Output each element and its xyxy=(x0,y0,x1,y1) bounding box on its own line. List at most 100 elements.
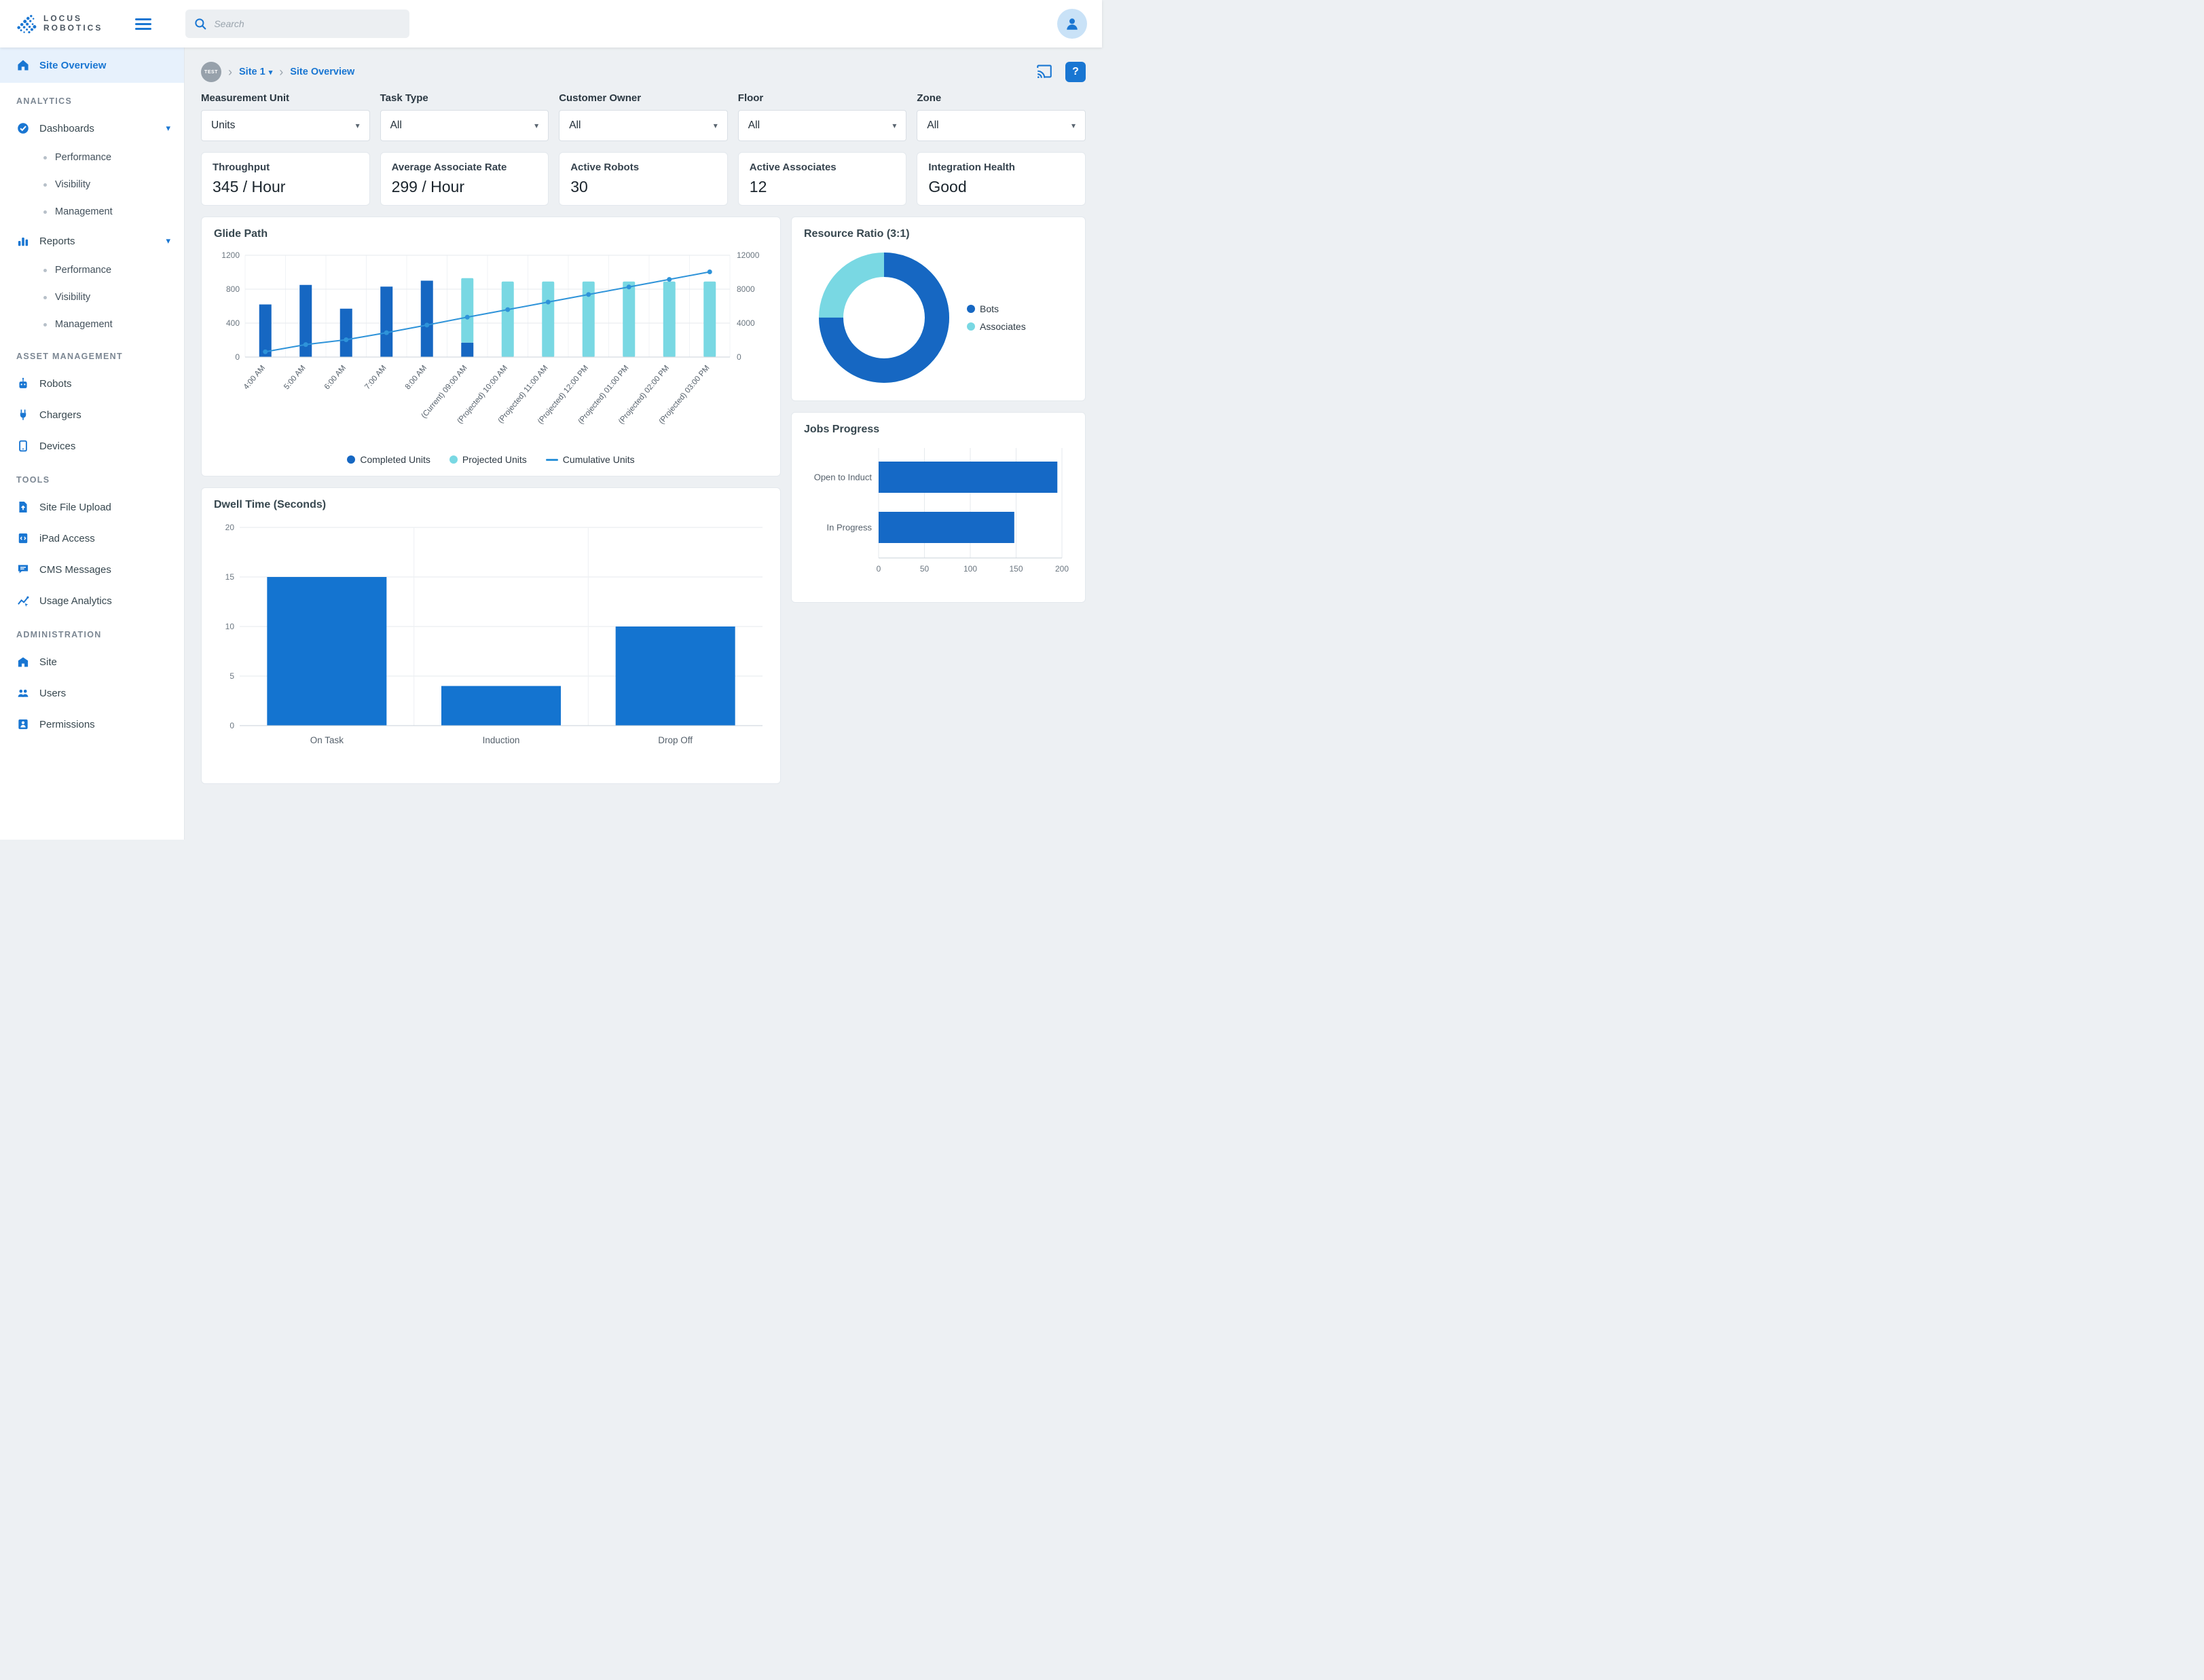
measurement-unit-select[interactable]: Units ▾ xyxy=(201,110,370,141)
svg-text:In Progress: In Progress xyxy=(827,523,873,533)
sidebar: Site Overview ANALYTICS Dashboards ▾ Per… xyxy=(0,48,185,840)
kpi-value: 30 xyxy=(570,178,716,196)
sidebar-item-robots[interactable]: Robots xyxy=(0,368,184,399)
sidebar-subitem-reports-visibility[interactable]: Visibility xyxy=(0,284,184,311)
kpi-label: Active Associates xyxy=(750,162,896,173)
associates-swatch xyxy=(967,322,975,331)
floor-select[interactable]: All ▾ xyxy=(738,110,907,141)
sidebar-item-usage-analytics[interactable]: Usage Analytics xyxy=(0,585,184,616)
filter-zone: Zone All ▾ xyxy=(917,92,1086,141)
home-icon xyxy=(16,58,30,72)
avatar[interactable] xyxy=(1057,9,1087,39)
zone-select[interactable]: All ▾ xyxy=(917,110,1086,141)
svg-text:15: 15 xyxy=(225,572,235,582)
filters-row: Measurement Unit Units ▾ Task Type All ▾… xyxy=(201,92,1086,141)
users-icon xyxy=(16,686,30,700)
sidebar-item-label: iPad Access xyxy=(39,533,95,544)
filter-label: Task Type xyxy=(380,92,549,104)
svg-text:7:00 AM: 7:00 AM xyxy=(363,364,388,391)
sidebar-item-label: Chargers xyxy=(39,409,81,421)
sidebar-item-cms-messages[interactable]: CMS Messages xyxy=(0,554,184,585)
ipad-access-icon xyxy=(16,531,30,545)
filter-label: Customer Owner xyxy=(559,92,728,104)
sidebar-item-site-overview[interactable]: Site Overview xyxy=(0,48,184,83)
sidebar-item-label: Robots xyxy=(39,378,72,390)
glide-path-legend: Completed Units Projected Units Cumulati… xyxy=(214,454,768,465)
sidebar-subitem-dashboards-management[interactable]: Management xyxy=(0,198,184,225)
bots-swatch xyxy=(967,305,975,313)
sidebar-item-label: Devices xyxy=(39,441,75,452)
chevron-down-icon: ▾ xyxy=(1071,121,1076,130)
kpi-active-associates: Active Associates 12 xyxy=(738,152,907,206)
chevron-down-icon: ▾ xyxy=(269,68,273,77)
svg-text:800: 800 xyxy=(226,284,240,294)
svg-text:6:00 AM: 6:00 AM xyxy=(323,364,348,391)
help-button[interactable]: ? xyxy=(1065,62,1086,82)
sidebar-item-devices[interactable]: Devices xyxy=(0,430,184,462)
sidebar-item-label: Site xyxy=(39,656,57,668)
bullet-icon xyxy=(43,296,47,299)
sidebar-item-users[interactable]: Users xyxy=(0,677,184,709)
svg-text:50: 50 xyxy=(920,564,930,574)
chevron-down-icon[interactable]: ▾ xyxy=(166,123,170,134)
site-selector[interactable]: Site 1 ▾ xyxy=(239,67,272,77)
select-value: Units xyxy=(211,119,235,132)
svg-text:100: 100 xyxy=(963,564,977,574)
projected-units-swatch xyxy=(449,455,458,464)
kpi-value: 12 xyxy=(750,178,896,196)
svg-text:5: 5 xyxy=(229,671,234,681)
sidebar-subitem-label: Management xyxy=(55,319,113,330)
search-input[interactable] xyxy=(185,10,409,38)
reports-icon xyxy=(16,234,30,248)
sidebar-item-permissions[interactable]: Permissions xyxy=(0,709,184,740)
sidebar-item-site-file-upload[interactable]: Site File Upload xyxy=(0,491,184,523)
locus-logo: LOCUS ROBOTICS xyxy=(15,12,103,35)
logo-line2: ROBOTICS xyxy=(43,24,103,33)
locus-logo-icon xyxy=(15,12,38,35)
select-value: All xyxy=(569,119,581,132)
svg-text:8000: 8000 xyxy=(737,284,755,294)
sidebar-item-label: Users xyxy=(39,688,66,699)
kpi-label: Throughput xyxy=(213,162,359,173)
sidebar-item-label: CMS Messages xyxy=(39,564,111,576)
section-administration: ADMINISTRATION xyxy=(0,616,184,646)
bullet-icon xyxy=(43,210,47,214)
sidebar-item-label: Site Overview xyxy=(39,60,106,71)
cast-button[interactable] xyxy=(1034,61,1054,83)
filter-label: Floor xyxy=(738,92,907,104)
svg-text:400: 400 xyxy=(226,318,240,328)
sidebar-subitem-dashboards-performance[interactable]: Performance xyxy=(0,144,184,171)
jobs-progress-card: Jobs Progress 050100150200Open to Induct… xyxy=(791,412,1086,603)
sidebar-item-reports[interactable]: Reports ▾ xyxy=(0,225,184,257)
messages-icon xyxy=(16,563,30,576)
sidebar-item-site[interactable]: Site xyxy=(0,646,184,677)
bullet-icon xyxy=(43,156,47,160)
glide-path-title: Glide Path xyxy=(214,228,768,240)
usage-analytics-icon xyxy=(16,594,30,608)
site-badge[interactable]: TEST xyxy=(201,62,221,82)
svg-text:4000: 4000 xyxy=(737,318,755,328)
sidebar-item-label: Dashboards xyxy=(39,123,94,134)
resource-ratio-chart xyxy=(816,250,952,386)
sidebar-subitem-label: Visibility xyxy=(55,179,90,190)
customer-owner-select[interactable]: All ▾ xyxy=(559,110,728,141)
kpi-label: Active Robots xyxy=(570,162,716,173)
chevron-down-icon[interactable]: ▾ xyxy=(166,236,170,246)
sidebar-item-chargers[interactable]: Chargers xyxy=(0,399,184,430)
sidebar-subitem-dashboards-visibility[interactable]: Visibility xyxy=(0,171,184,198)
section-tools: TOOLS xyxy=(0,462,184,491)
top-bar: LOCUS ROBOTICS xyxy=(0,0,1102,48)
task-type-select[interactable]: All ▾ xyxy=(380,110,549,141)
sidebar-subitem-reports-performance[interactable]: Performance xyxy=(0,257,184,284)
main-content: TEST › Site 1 ▾ › Site Overview ? xyxy=(185,48,1102,840)
svg-text:12000: 12000 xyxy=(737,250,760,260)
legend-associates: Associates xyxy=(967,321,1026,332)
chevron-down-icon: ▾ xyxy=(892,121,896,130)
sidebar-item-label: Usage Analytics xyxy=(39,595,112,607)
dwell-time-chart: 05101520On TaskInductionDrop Off xyxy=(214,517,768,769)
svg-text:(Current) 09:00 AM: (Current) 09:00 AM xyxy=(420,364,469,420)
sidebar-item-dashboards[interactable]: Dashboards ▾ xyxy=(0,113,184,144)
sidebar-subitem-reports-management[interactable]: Management xyxy=(0,311,184,338)
menu-button[interactable] xyxy=(132,16,154,33)
sidebar-item-ipad-access[interactable]: iPad Access xyxy=(0,523,184,554)
